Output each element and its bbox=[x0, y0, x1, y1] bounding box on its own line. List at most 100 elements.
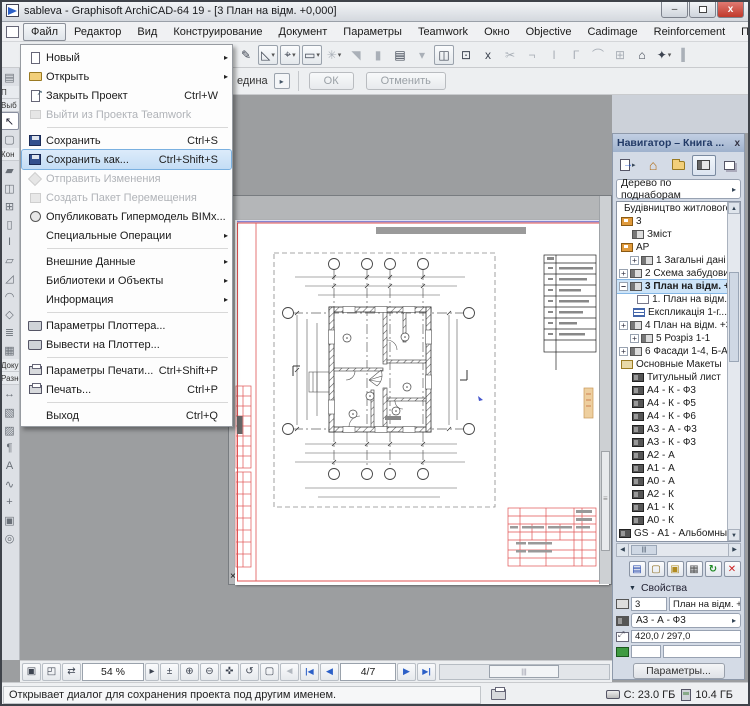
zoom-in-icon[interactable]: ⊕ bbox=[180, 663, 199, 681]
new-master-layout-icon[interactable]: ▦ bbox=[686, 561, 703, 577]
spline-tool[interactable]: ∿ bbox=[0, 475, 19, 493]
tree-scrollbar-handle[interactable] bbox=[729, 272, 739, 362]
autotext-field-1[interactable] bbox=[631, 645, 661, 658]
file-menu-item-сохранить-как[interactable]: Сохранить как...Ctrl+Shift+S bbox=[22, 150, 231, 169]
tree-item-а0-а[interactable]: А0 - А bbox=[617, 475, 727, 488]
guide-lines-icon[interactable]: ◺▾ bbox=[258, 45, 278, 65]
file-menu-item-печать[interactable]: Печать...Ctrl+P bbox=[22, 380, 231, 399]
favorites-icon[interactable]: ✦▾ bbox=[654, 45, 674, 65]
pan-icon[interactable]: ✜ bbox=[220, 663, 239, 681]
prev-page-button[interactable]: ◀ bbox=[320, 663, 339, 681]
tree-item-а1-а[interactable]: А1 - А bbox=[617, 462, 727, 475]
new-subset-icon[interactable]: ▣ bbox=[667, 561, 684, 577]
file-menu-item-закрыть-проект[interactable]: Закрыть ПроектCtrl+W bbox=[22, 86, 231, 105]
tree-horizontal-scrollbar[interactable]: ◀ ||| ▶ bbox=[616, 543, 741, 557]
horizontal-scrollbar-handle[interactable]: ||| bbox=[489, 665, 559, 678]
new-layout-icon[interactable]: ▢ bbox=[648, 561, 665, 577]
figure-tool[interactable]: ▣ bbox=[0, 511, 19, 529]
layout-sheet[interactable] bbox=[235, 220, 609, 585]
file-menu-item-информация[interactable]: Информация▸ bbox=[22, 290, 231, 309]
camera-tool[interactable]: ◎ bbox=[0, 529, 19, 547]
vertical-scrollbar[interactable] bbox=[599, 196, 611, 584]
menu-cadimage[interactable]: Cadimage bbox=[579, 23, 645, 41]
stretch-icon[interactable]: ⊞ bbox=[610, 45, 630, 65]
navigator-header[interactable]: Навигатор – Книга ... x bbox=[613, 134, 744, 152]
navigator-menu-icon[interactable]: →▸ bbox=[616, 155, 639, 176]
tree-item-2-схема-забудови-з[interactable]: +2 Схема забудови з... bbox=[617, 267, 727, 280]
split-icon[interactable]: ✂ bbox=[500, 45, 520, 65]
last-page-button[interactable]: ▶| bbox=[417, 663, 436, 681]
window-tool[interactable]: ⊞ bbox=[0, 197, 19, 215]
tree-item-1-план-на-відм[interactable]: 1. План на відм. bbox=[617, 293, 727, 306]
tree-hscroll-handle[interactable]: ||| bbox=[631, 545, 657, 555]
scroll-down-icon[interactable]: ▼ bbox=[728, 529, 740, 541]
layout-book-icon[interactable] bbox=[692, 155, 715, 176]
adjust-icon[interactable]: ¬ bbox=[522, 45, 542, 65]
mesh-tool[interactable]: ▦ bbox=[0, 341, 19, 359]
ok-button[interactable]: ОК bbox=[309, 72, 354, 90]
roof-tool[interactable]: ◿ bbox=[0, 269, 19, 287]
corner-icon[interactable]: Γ bbox=[566, 45, 586, 65]
tree-item-3[interactable]: 3 bbox=[617, 215, 727, 228]
expand-icon[interactable]: + bbox=[619, 269, 628, 278]
window-close-mark[interactable]: × bbox=[230, 571, 236, 582]
zone-tool[interactable]: ▧ bbox=[0, 403, 19, 421]
text-tool[interactable]: A bbox=[0, 457, 19, 475]
tree-scrollbar[interactable]: ▲ ▼ bbox=[727, 202, 740, 541]
file-menu-item-сохранить[interactable]: СохранитьCtrl+S bbox=[22, 131, 231, 150]
tree-item-а3-к-ф3[interactable]: А3 - К - Ф3 bbox=[617, 436, 727, 449]
publisher-icon[interactable] bbox=[718, 155, 741, 176]
tree-item-а0-к[interactable]: А0 - К bbox=[617, 514, 727, 527]
door-tool[interactable]: ◫ bbox=[0, 179, 19, 197]
menu-objective[interactable]: Objective bbox=[518, 23, 580, 41]
menu-окно[interactable]: Окно bbox=[476, 23, 518, 41]
zoom-menu-button[interactable]: ▸ bbox=[145, 663, 159, 681]
trim-icon[interactable]: I bbox=[544, 45, 564, 65]
tree-item-а4-к-ф6[interactable]: А4 - К - Ф6 bbox=[617, 410, 727, 423]
vertical-scrollbar-handle[interactable] bbox=[601, 451, 610, 551]
minimize-button[interactable]: ‒ bbox=[661, 1, 688, 18]
snap-grid-icon[interactable]: ▭▾ bbox=[302, 45, 322, 65]
fit-in-window-icon[interactable]: ▢ bbox=[260, 663, 279, 681]
scroll-up-icon[interactable]: ▲ bbox=[728, 202, 740, 214]
properties-header[interactable]: ▼ Свойства bbox=[613, 580, 744, 596]
expand-icon[interactable]: + bbox=[619, 347, 628, 356]
menu-файл[interactable]: Файл bbox=[23, 23, 66, 41]
file-menu-item-новый[interactable]: Новый▸ bbox=[22, 48, 231, 67]
project-map-icon[interactable]: ⌂ bbox=[641, 155, 664, 176]
tree-item-ap[interactable]: AP bbox=[617, 241, 727, 254]
zoom-stepper-icon[interactable]: ± bbox=[160, 663, 179, 681]
element-dropdown-icon[interactable]: ▾ bbox=[412, 45, 432, 65]
file-menu-item-опубликовать-гипермодель-bimx[interactable]: Опубликовать Гипермодель BIMx... bbox=[22, 207, 231, 226]
menu-помощь[interactable]: Помощь bbox=[733, 23, 750, 41]
layout-id-field[interactable]: 3 bbox=[631, 597, 667, 611]
tree-item-а2-к[interactable]: А2 - К bbox=[617, 488, 727, 501]
expand-icon[interactable]: + bbox=[619, 321, 628, 330]
tree-item-будівництво-житлового-бу[interactable]: Будівництво житлового бу... bbox=[617, 202, 727, 215]
menu-teamwork[interactable]: Teamwork bbox=[410, 23, 476, 41]
fillet-icon[interactable]: ⌒ bbox=[588, 45, 608, 65]
collapse-icon[interactable]: − bbox=[619, 282, 628, 291]
menu-параметры[interactable]: Параметры bbox=[335, 23, 410, 41]
tree-item-а2-а[interactable]: А2 - А bbox=[617, 449, 727, 462]
dimension-tool[interactable]: ↔ bbox=[0, 385, 19, 403]
scroll-left-icon[interactable]: ◀ bbox=[617, 544, 629, 556]
file-menu-item-специальные-операции[interactable]: Специальные Операции▸ bbox=[22, 226, 231, 245]
tree-item-6-фасади-1-4-б-а[interactable]: +6 Фасади 1-4, Б-А, bbox=[617, 345, 727, 358]
layout-window[interactable]: × bbox=[228, 195, 612, 585]
next-page-button[interactable]: ▶ bbox=[397, 663, 416, 681]
settings-icon[interactable]: ▍ bbox=[676, 45, 696, 65]
page-field[interactable]: 4/7 bbox=[340, 663, 396, 681]
orbit-icon[interactable]: ↺ bbox=[240, 663, 259, 681]
menu-вид[interactable]: Вид bbox=[129, 23, 165, 41]
horizontal-scrollbar[interactable]: ||| bbox=[439, 664, 610, 680]
new-layout-book-icon[interactable]: ▤ bbox=[629, 561, 646, 577]
layers-icon[interactable]: ▤ bbox=[390, 45, 410, 65]
tree-item-gs-а1-альбомный[interactable]: GS - А1 - Альбомный bbox=[617, 527, 727, 540]
pen-icon[interactable]: ✎ bbox=[236, 45, 256, 65]
hotspot-tool[interactable]: + bbox=[0, 493, 19, 511]
file-menu-item-выход[interactable]: ВыходCtrl+Q bbox=[22, 406, 231, 425]
tree-item-5-розріз-1-1[interactable]: +5 Розріз 1-1 bbox=[617, 332, 727, 345]
column-tool[interactable]: ▯ bbox=[0, 215, 19, 233]
master-layout-dropdown[interactable]: А3 - А - Ф3 ▸ bbox=[631, 613, 741, 628]
